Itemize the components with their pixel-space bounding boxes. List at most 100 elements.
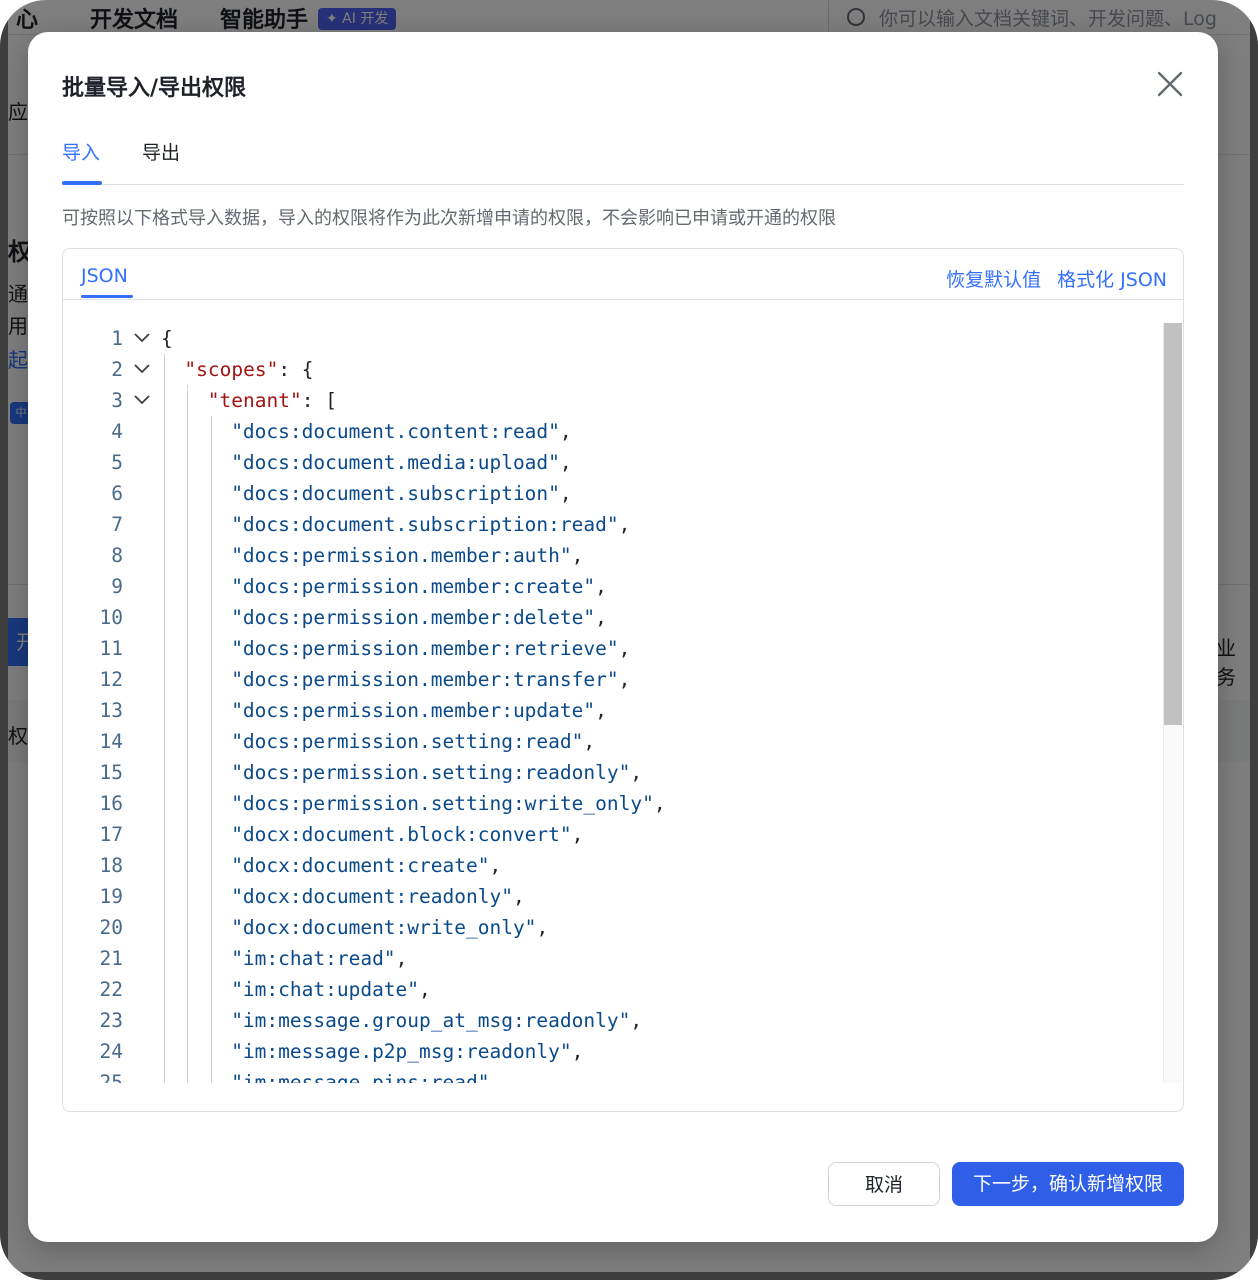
json-punctuation: , [395,947,408,970]
editor-actions: 恢复默认值 格式化 JSON [936,265,1167,292]
json-string: "docs:permission.setting:read" [231,730,584,753]
json-string: "docs:document.content:read" [231,420,560,443]
json-punctuation: , [489,854,502,877]
editor-scrollbar-thumb[interactable] [1164,323,1182,725]
active-tab-indicator [62,181,102,185]
code-text: "docs:permission.member:delete", [231,602,607,633]
json-punctuation: , [571,544,584,567]
json-string: "docx:document:readonly" [231,885,513,908]
json-string: "im:chat:read" [231,947,396,970]
code-line: 24 "im:message.p2p_msg:readonly", [63,1036,1163,1067]
json-punctuation: , [630,1009,643,1032]
json-punctuation: , [489,1071,502,1083]
tab-export-label: 导出 [142,142,181,164]
close-button[interactable] [1154,68,1186,100]
json-string: "docs:document.subscription:read" [231,513,619,536]
tab-json[interactable]: JSON [81,265,128,287]
json-punctuation: , [559,482,572,505]
code-text: "im:chat:update", [231,974,431,1005]
line-number: 2 [111,358,123,381]
code-text: "docs:permission.member:create", [231,571,607,602]
json-string: "docs:permission.member:create" [231,575,596,598]
json-punctuation: , [583,730,596,753]
code-text: "docx:document:create", [231,850,501,881]
line-number: 22 [99,978,123,1001]
code-line: 18 "docx:document:create", [63,850,1163,881]
line-number: 14 [99,730,123,753]
code-line: 9 "docs:permission.member:create", [63,571,1163,602]
line-number: 6 [111,482,123,505]
code-line: 22 "im:chat:update", [63,974,1163,1005]
json-punctuation: , [595,699,607,722]
editor-header: JSON 恢复默认值 格式化 JSON [63,249,1183,300]
code-text: "im:message.pins:read", [231,1067,501,1083]
code-text: "im:chat:read", [231,943,407,974]
line-number: 8 [111,544,123,567]
code-text: "docs:permission.setting:read", [231,726,595,757]
code-text: "docs:permission.setting:write_only", [231,788,665,819]
line-number: 19 [99,885,123,908]
code-text: { [161,323,173,354]
line-number: 11 [99,637,123,660]
json-punctuation: , [536,916,549,939]
json-tab-indicator [81,295,133,298]
json-punctuation: { [161,327,173,350]
line-number: 23 [99,1009,123,1032]
json-punctuation: , [571,1040,584,1063]
dialog-title: 批量导入/导出权限 [62,76,247,101]
dialog-tabs: 导入 导出 [62,132,1184,185]
json-string: "im:message.pins:read" [231,1071,490,1083]
line-number: 4 [111,420,123,443]
json-string: "docx:document:write_only" [231,916,537,939]
code-line: 8 "docs:permission.member:auth", [63,540,1163,571]
json-punctuation: , [571,823,584,846]
code-line: 5 "docs:document.media:upload", [63,447,1163,478]
code-text: "docx:document:readonly", [231,881,525,912]
line-number: 15 [99,761,123,784]
code-line: 10 "docs:permission.member:delete", [63,602,1163,633]
line-number: 12 [99,668,123,691]
json-editor: JSON 恢复默认值 格式化 JSON 1{2 "scopes": {3 "tena… [62,248,1184,1112]
line-number: 13 [99,699,123,722]
code-line: 17 "docx:document.block:convert", [63,819,1163,850]
code-line: 6 "docs:document.subscription", [63,478,1163,509]
json-string: "docs:permission.member:update" [231,699,596,722]
code-line: 3 "tenant": [ [63,385,1163,416]
tab-import-label: 导入 [62,142,101,164]
fold-chevron-icon[interactable] [133,362,151,376]
json-punctuation: : [ [301,389,337,412]
json-string: "docx:document.block:convert" [231,823,572,846]
line-number: 17 [99,823,123,846]
import-export-dialog: 批量导入/导出权限 导入 导出 可按照以下格式导入数据，导入的权限将作为此次新增… [28,32,1218,1242]
next-confirm-button[interactable]: 下一步，确认新增权限 [952,1162,1184,1206]
format-json-button[interactable]: 格式化 JSON [1057,269,1167,291]
code-editor-area[interactable]: 1{2 "scopes": {3 "tenant": [4 "docs:documen… [63,323,1163,1083]
code-line: 12 "docs:permission.member:transfer", [63,664,1163,695]
cancel-button[interactable]: 取消 [828,1162,940,1206]
indent-guide [210,416,212,1083]
restore-default-button[interactable]: 恢复默认值 [946,269,1041,291]
code-line: 20 "docx:document:write_only", [63,912,1163,943]
json-string: "docs:permission.member:transfer" [231,668,619,691]
json-string: "docs:permission.member:auth" [231,544,572,567]
code-text: "docs:document.subscription:read", [231,509,630,540]
code-text: "docs:document.content:read", [231,416,571,447]
json-string: "docs:permission.member:delete" [231,606,596,629]
json-string: "docs:permission.member:retrieve" [231,637,619,660]
fold-chevron-icon[interactable] [133,393,151,407]
json-string: "docs:document.media:upload" [231,451,560,474]
code-text: "docx:document:write_only", [231,912,548,943]
code-text: "im:message.p2p_msg:readonly", [231,1036,583,1067]
line-number: 7 [111,513,123,536]
json-string: "docs:permission.setting:readonly" [231,761,631,784]
code-line: 14 "docs:permission.setting:read", [63,726,1163,757]
fold-chevron-icon[interactable] [133,331,151,345]
tab-import[interactable]: 导入 [62,138,100,165]
code-text: "docs:permission.member:update", [231,695,607,726]
line-number: 24 [99,1040,123,1063]
code-text: "docs:permission.member:transfer", [231,664,630,695]
code-line: 25 "im:message.pins:read", [63,1067,1163,1083]
tab-export[interactable]: 导出 [142,138,180,165]
json-key: "scopes" [184,358,279,381]
code-line: 13 "docs:permission.member:update", [63,695,1163,726]
